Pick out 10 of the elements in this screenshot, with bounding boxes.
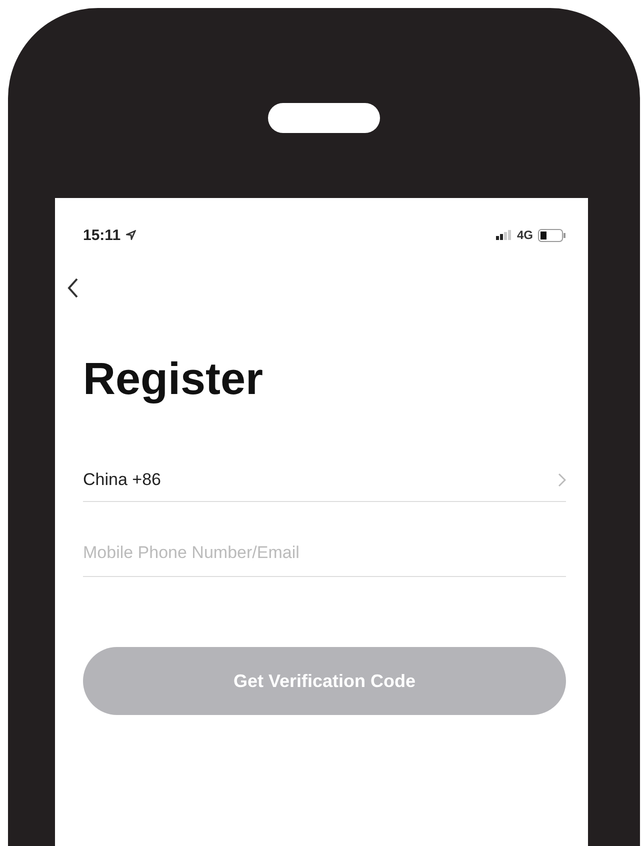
signal-icon bbox=[496, 230, 512, 240]
location-icon bbox=[126, 230, 136, 240]
chevron-icon bbox=[558, 473, 566, 487]
back-icon[interactable] bbox=[67, 278, 79, 298]
contact-input-field[interactable]: Mobile Phone Number/Email bbox=[83, 530, 566, 577]
page-title: Register bbox=[83, 356, 264, 401]
battery-icon bbox=[538, 228, 566, 242]
network-type: 4G bbox=[516, 228, 533, 242]
status-time: 15:11 bbox=[83, 226, 121, 244]
country-selector[interactable]: China +86 bbox=[83, 459, 566, 502]
